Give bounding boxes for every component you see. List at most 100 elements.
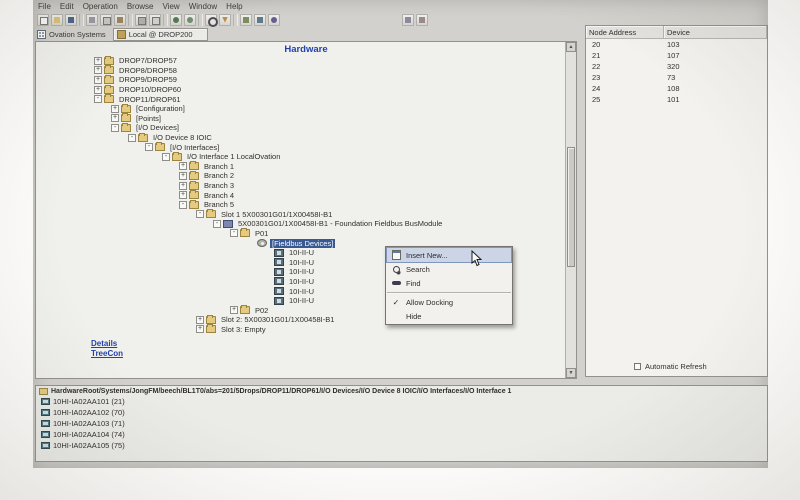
expander-icon[interactable]: -: [179, 201, 187, 209]
expander-icon[interactable]: +: [179, 191, 187, 199]
node-address-panel: Node Address Device 20 103 21 107: [585, 25, 768, 377]
expander-icon[interactable]: -: [94, 95, 102, 103]
tree-item[interactable]: - Branch 5: [36, 200, 576, 210]
expander-icon[interactable]: +: [94, 86, 102, 94]
tree-item[interactable]: - [I/O Interfaces]: [36, 142, 576, 152]
new-icon[interactable]: [37, 14, 49, 26]
menu-item[interactable]: Operation: [83, 2, 118, 11]
tab-local-drop[interactable]: Local @ DROP200: [113, 28, 208, 41]
tree-item[interactable]: - P01: [36, 229, 576, 239]
context-menu-item[interactable]: Find: [387, 276, 511, 290]
tree-item[interactable]: + Branch 4: [36, 190, 576, 200]
expander-icon[interactable]: -: [162, 153, 170, 161]
tree-item[interactable]: + DROP10/DROP60: [36, 85, 576, 95]
column-header-node-address[interactable]: Node Address: [586, 26, 664, 38]
print-icon[interactable]: [135, 14, 147, 26]
tree-item[interactable]: + DROP7/DROP57: [36, 56, 576, 66]
tree-item[interactable]: + DROP8/DROP58: [36, 66, 576, 76]
tree-vertical-scrollbar[interactable]: ▲ ▼: [565, 42, 576, 378]
node-table-row[interactable]: 22 320: [586, 61, 767, 72]
search-icon[interactable]: [205, 14, 217, 26]
sep[interactable]: [128, 14, 133, 26]
column-header-device[interactable]: Device: [664, 26, 767, 38]
scroll-down-icon[interactable]: ▼: [566, 368, 576, 378]
tree-item[interactable]: + Branch 2: [36, 171, 576, 181]
dock-icon[interactable]: [402, 14, 414, 26]
menu-item[interactable]: View: [163, 2, 180, 11]
expander-icon[interactable]: +: [196, 325, 204, 333]
tree-item[interactable]: - I/O Interface 1 LocalOvation: [36, 152, 576, 162]
sep[interactable]: [198, 14, 203, 26]
node-table-row[interactable]: 21 107: [586, 50, 767, 61]
help-icon[interactable]: [268, 14, 280, 26]
expander-icon[interactable]: -: [128, 134, 136, 142]
device-result-row[interactable]: 10HI-IA02AA101 (21): [36, 396, 767, 407]
expander-icon[interactable]: -: [230, 229, 238, 237]
expander-icon[interactable]: +: [111, 105, 119, 113]
expander-icon[interactable]: +: [94, 57, 102, 65]
device-result-row[interactable]: 10HI-IA02AA105 (75): [36, 440, 767, 451]
expander-icon[interactable]: +: [94, 66, 102, 74]
menu-item[interactable]: Window: [189, 2, 217, 11]
tab-ovation-systems[interactable]: Ovation Systems: [37, 30, 106, 39]
menu-item[interactable]: Browse: [127, 2, 154, 11]
undo-icon[interactable]: [170, 14, 182, 26]
context-menu-item[interactable]: Allow Docking: [387, 295, 511, 309]
tree-item[interactable]: - 5X00301G01/1X00458I-B1 - Foundation Fi…: [36, 219, 576, 229]
menu-item[interactable]: Help: [226, 2, 242, 11]
save-icon[interactable]: [65, 14, 77, 26]
filter-icon[interactable]: [219, 14, 231, 26]
tree-item[interactable]: + [Points]: [36, 114, 576, 124]
tree-view-icon[interactable]: [240, 14, 252, 26]
tree-item[interactable]: + [Configuration]: [36, 104, 576, 114]
expander-icon[interactable]: -: [196, 210, 204, 218]
expander-icon[interactable]: +: [94, 76, 102, 84]
device-result-row[interactable]: 10HI-IA02AA104 (74): [36, 429, 767, 440]
cut-icon[interactable]: [86, 14, 98, 26]
tree-item[interactable]: - DROP11/DROP61: [36, 94, 576, 104]
open-icon[interactable]: [51, 14, 63, 26]
sep[interactable]: [79, 14, 84, 26]
expander-icon[interactable]: +: [179, 182, 187, 190]
expander-icon[interactable]: +: [196, 316, 204, 324]
tree-item[interactable]: - I/O Device 8 IOIC: [36, 133, 576, 143]
context-menu-item[interactable]: Hide: [387, 309, 511, 323]
tree-item[interactable]: + DROP9/DROP59: [36, 75, 576, 85]
grid-view-icon[interactable]: [254, 14, 266, 26]
tree-item[interactable]: - [I/O Devices]: [36, 123, 576, 133]
sep[interactable]: [233, 14, 238, 26]
expander-icon[interactable]: -: [145, 143, 153, 151]
tree-item[interactable]: + Slot 3: Empty: [36, 325, 576, 335]
context-menu-item[interactable]: Search: [387, 262, 511, 276]
scroll-up-icon[interactable]: ▲: [566, 42, 576, 52]
tree-item[interactable]: - Slot 1 5X00301G01/1X00458I-B1: [36, 210, 576, 220]
node-table-row[interactable]: 24 108: [586, 83, 767, 94]
menu-item[interactable]: Edit: [60, 2, 74, 11]
tree-view-link[interactable]: Details: [91, 339, 576, 349]
context-menu-item[interactable]: Insert New...: [387, 248, 511, 262]
preview-icon[interactable]: [149, 14, 161, 26]
menu-item[interactable]: File: [38, 2, 51, 11]
automatic-refresh-checkbox[interactable]: [634, 363, 641, 370]
redo-icon[interactable]: [184, 14, 196, 26]
device-result-row[interactable]: 10HI-IA02AA102 (70): [36, 407, 767, 418]
expander-icon[interactable]: +: [230, 306, 238, 314]
tree-item[interactable]: + Branch 3: [36, 181, 576, 191]
paste-icon[interactable]: [114, 14, 126, 26]
expander-icon[interactable]: +: [111, 114, 119, 122]
device-result-row[interactable]: 10HI-IA02AA103 (71): [36, 418, 767, 429]
close-pane-icon[interactable]: [416, 14, 428, 26]
sep[interactable]: [163, 14, 168, 26]
node-table-row[interactable]: 25 101: [586, 94, 767, 105]
node-table-row[interactable]: 20 103: [586, 39, 767, 50]
copy-icon[interactable]: [100, 14, 112, 26]
node-table-row[interactable]: 23 73: [586, 72, 767, 83]
expander-icon[interactable]: -: [213, 220, 221, 228]
expander-icon[interactable]: +: [179, 172, 187, 180]
scrollbar-thumb[interactable]: [567, 147, 575, 267]
tree-item[interactable]: + Branch 1: [36, 162, 576, 172]
spacer[interactable]: [282, 14, 400, 26]
expander-icon[interactable]: -: [111, 124, 119, 132]
expander-icon[interactable]: +: [179, 162, 187, 170]
tree-view-link[interactable]: TreeCon: [91, 349, 576, 359]
